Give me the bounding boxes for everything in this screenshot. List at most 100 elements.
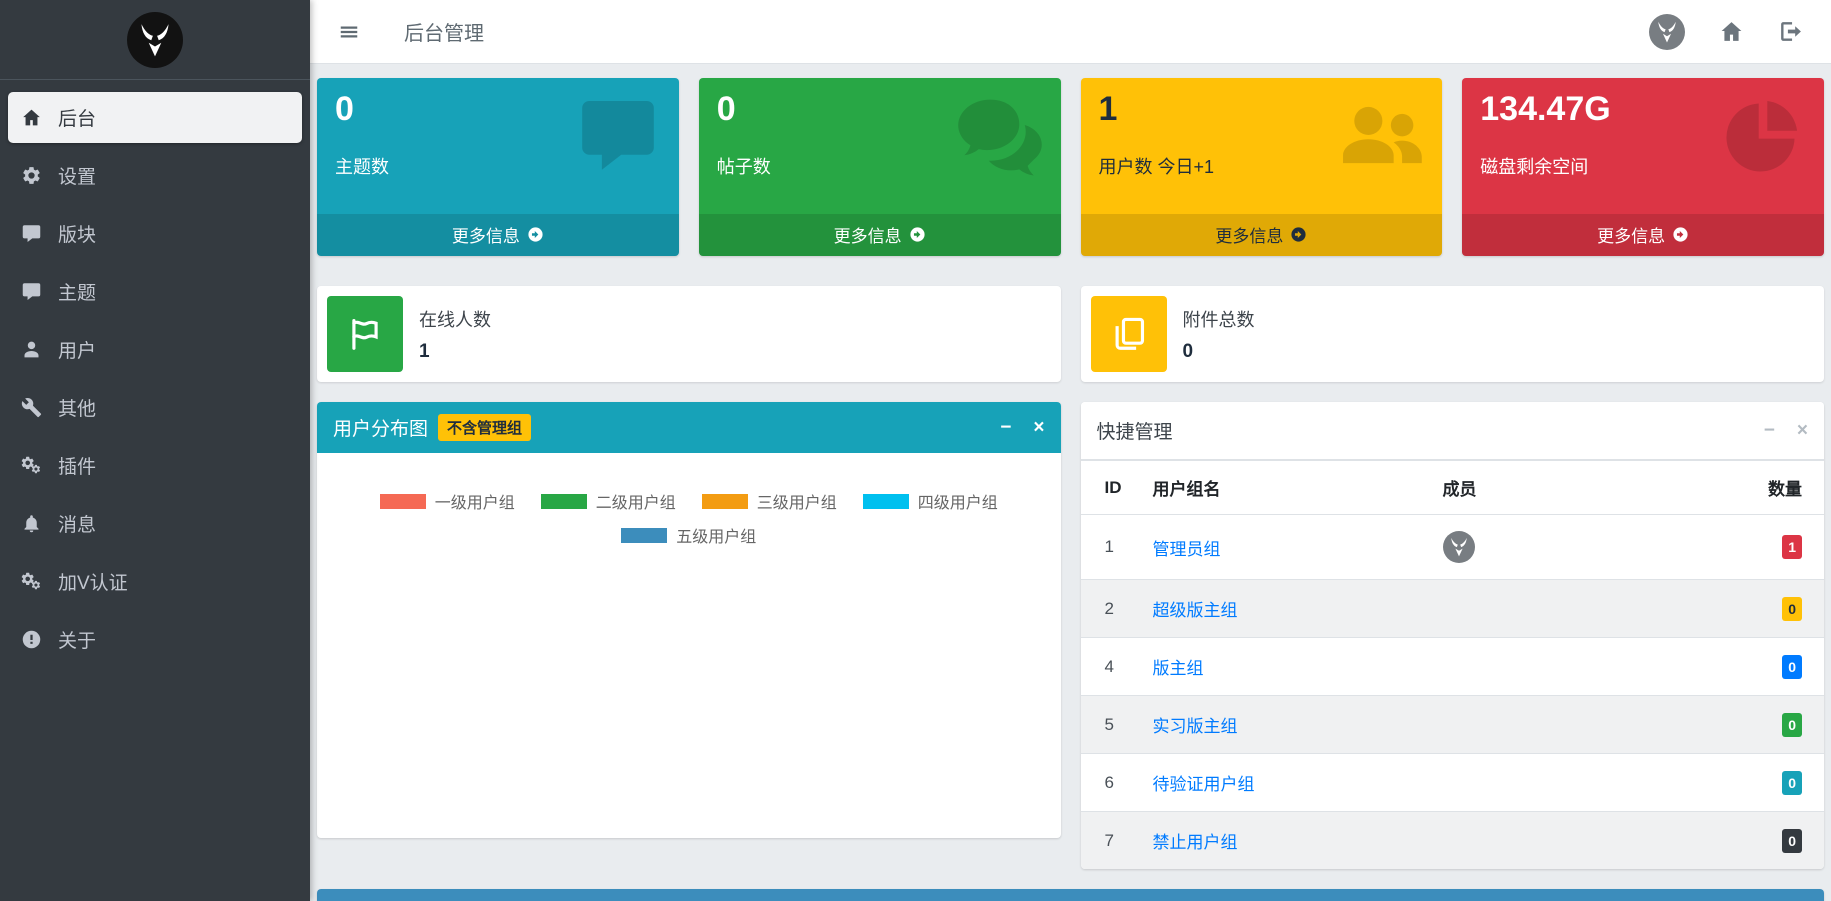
home-icon[interactable] [1719, 19, 1744, 44]
info-box-label: 在线人数 [419, 306, 491, 332]
arrow-circle-right-icon [527, 226, 544, 243]
info-box-text: 附件总数 0 [1183, 306, 1255, 363]
sidebar-item[interactable]: 关于 [8, 614, 302, 665]
user-distribution-header: 用户分布图 不含管理组 − × [317, 402, 1061, 453]
stat-card-body: 134.47G 磁盘剩余空间 [1462, 78, 1824, 214]
signout-icon[interactable] [1778, 19, 1803, 44]
info-box-label: 附件总数 [1183, 306, 1255, 332]
gear-icon [18, 165, 44, 187]
column-member: 成员 [1433, 461, 1733, 515]
usergroup-id: 1 [1081, 515, 1143, 580]
legend-swatch [380, 494, 426, 509]
usergroup-link[interactable]: 实习版主组 [1153, 717, 1238, 736]
sidebar: 后台 设置 版块 主题 用户 其他 [0, 0, 310, 901]
column-count: 数量 [1733, 461, 1825, 515]
usergroup-row: 4 版主组 0 [1081, 638, 1825, 696]
count-badge: 1 [1782, 535, 1802, 559]
sidebar-item[interactable]: 后台 [8, 92, 302, 143]
count-badge: 0 [1782, 771, 1802, 795]
count-badge: 0 [1782, 655, 1802, 679]
quick-manage-header: 快捷管理 − × [1081, 402, 1825, 460]
minimize-button[interactable]: − [1764, 421, 1775, 440]
sidebar-item-label: 其他 [58, 394, 96, 421]
count-badge: 0 [1782, 597, 1802, 621]
copy-icon [1091, 296, 1167, 372]
comment-icon [18, 281, 44, 303]
more-info-label: 更多信息 [834, 222, 902, 247]
menu-icon[interactable] [338, 21, 360, 43]
brand[interactable] [0, 0, 310, 80]
panel-title: 快捷管理 [1097, 417, 1173, 444]
info-icon [18, 629, 44, 651]
stat-value: 0 [335, 90, 661, 129]
usergroup-link[interactable]: 禁止用户组 [1153, 833, 1238, 852]
sidebar-item[interactable]: 插件 [8, 440, 302, 491]
panels-row: 用户分布图 不含管理组 − × 一级用户组 [317, 402, 1824, 869]
sidebar-item[interactable]: 消息 [8, 498, 302, 549]
stat-value: 1 [1099, 90, 1425, 129]
panel-title: 用户分布图 [333, 414, 428, 441]
sidebar-item-label: 加V认证 [58, 568, 128, 595]
sidebar-item[interactable]: 主题 [8, 266, 302, 317]
sidebar-item-label: 主题 [58, 278, 96, 305]
legend-swatch [621, 528, 667, 543]
stat-card: 1 用户数 今日+1 更多信息 [1081, 78, 1443, 256]
stat-card: 134.47G 磁盘剩余空间 更多信息 [1462, 78, 1824, 256]
arrow-circle-right-icon [909, 226, 926, 243]
sidebar-item[interactable]: 版块 [8, 208, 302, 259]
usergroup-link[interactable]: 超级版主组 [1153, 601, 1238, 620]
usergroup-link[interactable]: 待验证用户组 [1153, 775, 1255, 794]
sidebar-item[interactable]: 用户 [8, 324, 302, 375]
more-info-link[interactable]: 更多信息 [1081, 214, 1443, 256]
more-info-link[interactable]: 更多信息 [317, 214, 679, 256]
sidebar-item[interactable]: 其他 [8, 382, 302, 433]
sidebar-item-label: 关于 [58, 626, 96, 653]
sidebar-item-label: 后台 [58, 104, 96, 131]
legend-item: 一级用户组 [380, 489, 515, 513]
quick-manage-panel: 快捷管理 − × ID 用户组名 成员 数量 [1081, 402, 1825, 869]
info-box-value: 1 [419, 341, 491, 363]
more-info-label: 更多信息 [1215, 222, 1283, 247]
more-info-link[interactable]: 更多信息 [699, 214, 1061, 256]
info-box-text: 在线人数 1 [419, 306, 491, 363]
stat-card-body: 1 用户数 今日+1 [1081, 78, 1443, 214]
legend-label: 三级用户组 [757, 489, 837, 513]
close-button[interactable]: × [1033, 418, 1044, 437]
wrench-icon [18, 397, 44, 419]
usergroup-id: 7 [1081, 812, 1143, 870]
info-box: 在线人数 1 [317, 286, 1061, 382]
usergroup-row: 1 管理员组 1 [1081, 515, 1825, 580]
stat-label: 帖子数 [717, 153, 1043, 179]
usergroup-row: 5 实习版主组 0 [1081, 696, 1825, 754]
more-info-link[interactable]: 更多信息 [1462, 214, 1824, 256]
stat-card-body: 0 帖子数 [699, 78, 1061, 214]
panel-tools: − × [1764, 421, 1808, 440]
avatar-icon[interactable] [1649, 14, 1685, 50]
count-badge: 0 [1782, 829, 1802, 853]
stat-label: 磁盘剩余空间 [1480, 153, 1806, 179]
navbar-actions [1649, 14, 1803, 50]
sidebar-item[interactable]: 设置 [8, 150, 302, 201]
sidebar-menu: 后台 设置 版块 主题 用户 其他 [0, 80, 310, 684]
legend-item: 四级用户组 [863, 489, 998, 513]
flag-icon [327, 296, 403, 372]
usergroup-id: 2 [1081, 580, 1143, 638]
column-name: 用户组名 [1143, 461, 1433, 515]
comment-icon [18, 223, 44, 245]
stat-label: 用户数 今日+1 [1099, 153, 1425, 179]
usergroup-link[interactable]: 版主组 [1153, 659, 1204, 678]
stat-card-body: 0 主题数 [317, 78, 679, 214]
close-button[interactable]: × [1797, 421, 1808, 440]
minimize-button[interactable]: − [1000, 418, 1011, 437]
content: 0 主题数 更多信息 0 帖子数 [310, 64, 1831, 901]
legend-label: 四级用户组 [918, 489, 998, 513]
usergroup-link[interactable]: 管理员组 [1153, 540, 1221, 559]
legend-item: 二级用户组 [541, 489, 676, 513]
sidebar-item-label: 用户 [58, 336, 96, 363]
legend-swatch [702, 494, 748, 509]
arrow-circle-right-icon [1672, 226, 1689, 243]
sidebar-item[interactable]: 加V认证 [8, 556, 302, 607]
legend-label: 一级用户组 [435, 489, 515, 513]
stat-value: 134.47G [1480, 90, 1806, 129]
exclude-admin-badge: 不含管理组 [438, 414, 531, 441]
